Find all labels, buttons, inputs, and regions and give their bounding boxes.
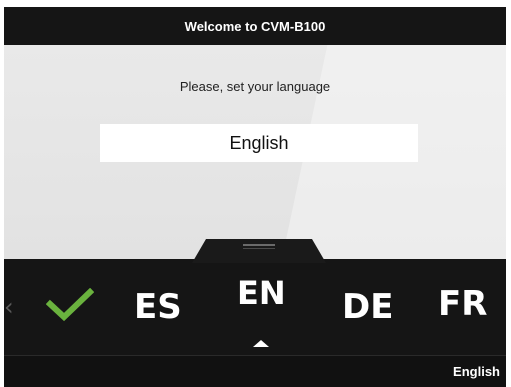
title-bar: Welcome to CVM-B100 [4,7,506,45]
language-option-de[interactable]: DE [342,290,393,324]
page-title: Welcome to CVM-B100 [184,18,326,34]
language-panel: Please, set your language English [4,45,506,259]
selected-language-field[interactable]: English [100,124,418,162]
device-screen: Welcome to CVM-B100 Please, set your lan… [4,7,506,387]
selection-caret-icon [253,340,269,347]
language-option-fr[interactable]: FR [438,287,487,321]
chevron-left-icon[interactable]: ‹ [4,295,14,319]
language-prompt: Please, set your language [179,79,331,94]
handle-grip-line [243,244,275,246]
status-language: English [453,364,500,379]
language-option-en[interactable]: EN [237,277,286,309]
checkmark-icon[interactable] [45,287,95,327]
handle-grip-line [243,248,275,249]
language-option-es[interactable]: ES [134,290,182,324]
status-bar: English [4,355,506,387]
selector-drag-handle[interactable] [192,239,326,263]
